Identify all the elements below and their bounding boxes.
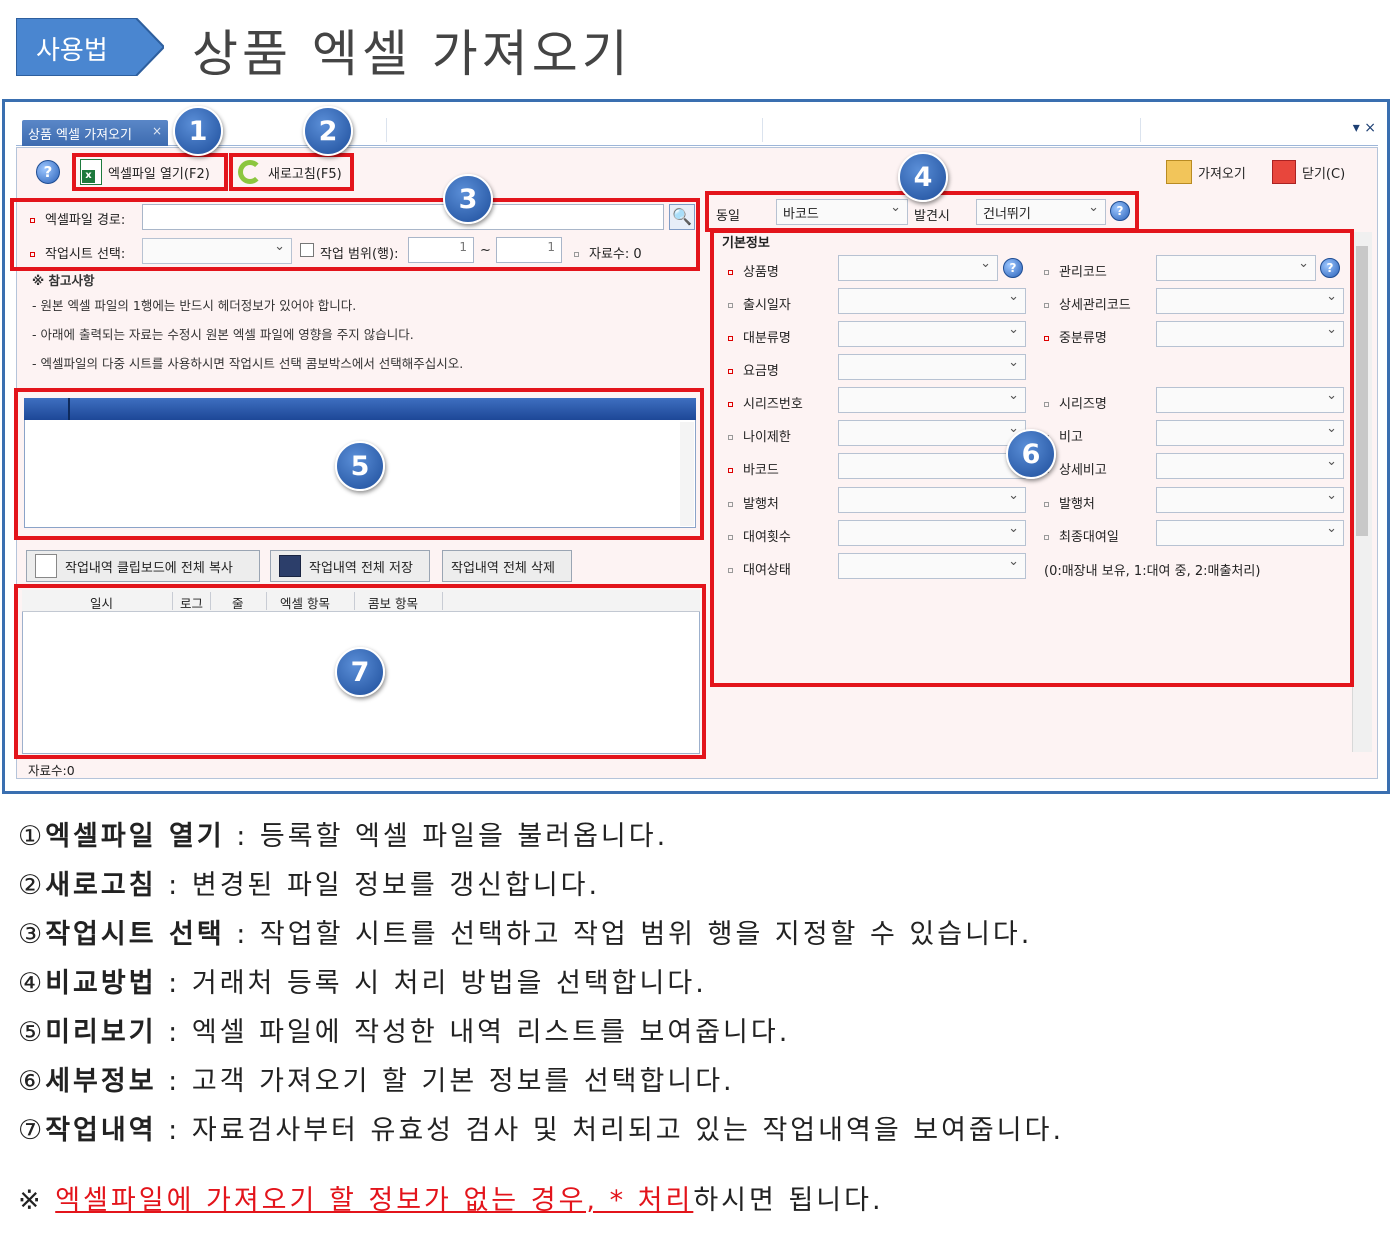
close-icon[interactable]: × bbox=[152, 124, 162, 138]
footnote-highlight: 엑셀파일에 가져오기 할 정보가 없는 경우, * 처리 bbox=[55, 1185, 694, 1216]
highlight-box-1 bbox=[72, 153, 228, 191]
import-icon bbox=[1166, 160, 1192, 184]
tab-excel-import[interactable]: 상품 엑셀 가져오기 × bbox=[22, 120, 168, 146]
save-icon bbox=[279, 555, 301, 577]
import-button[interactable]: 가져오기 bbox=[1160, 155, 1252, 189]
badge-7: 7 bbox=[335, 647, 385, 697]
usage-tag: 사용법 bbox=[16, 18, 164, 76]
log-count: 자료수:0 bbox=[28, 763, 75, 778]
help-button[interactable]: ? bbox=[30, 155, 66, 189]
footnote: ※ 엑셀파일에 가져오기 할 정보가 없는 경우, * 처리하시면 됩니다. bbox=[18, 1178, 884, 1217]
delete-all-label: 작업내역 전체 삭제 bbox=[451, 560, 555, 576]
explanation-item: ①엑셀파일 열기 : 등록할 엑셀 파일을 불러옵니다. bbox=[18, 821, 669, 852]
usage-tag-label: 사용법 bbox=[36, 36, 108, 66]
save-all-label: 작업내역 전체 저장 bbox=[309, 560, 413, 576]
note-line: - 원본 엑셀 파일의 1행에는 반드시 헤더정보가 있어야 합니다. bbox=[32, 298, 357, 313]
note-line: - 아래에 출력되는 자료는 수정시 원본 엑셀 파일에 영향을 주지 않습니다… bbox=[32, 327, 414, 342]
close-button[interactable]: 닫기(C) bbox=[1266, 155, 1351, 189]
clipboard-icon bbox=[35, 554, 57, 578]
explanation-item: ④비교방법 : 거래처 등록 시 처리 방법을 선택합니다. bbox=[18, 968, 707, 999]
help-icon: ? bbox=[36, 160, 60, 184]
highlight-box-2 bbox=[229, 153, 354, 191]
explanation-item: ⑥세부정보 : 고객 가져오기 할 기본 정보를 선택합니다. bbox=[18, 1066, 735, 1097]
explanation-item: ③작업시트 선택 : 작업할 시트를 선택하고 작업 범위 행을 지정할 수 있… bbox=[18, 919, 1033, 950]
copy-all-button[interactable]: 작업내역 클립보드에 전체 복사 bbox=[26, 550, 260, 582]
footnote-mark: ※ bbox=[18, 1185, 44, 1216]
badge-6: 6 bbox=[1006, 429, 1056, 479]
highlight-box-3 bbox=[10, 198, 700, 271]
delete-all-button[interactable]: 작업내역 전체 삭제 bbox=[442, 550, 572, 582]
explanation-item: ⑦작업내역 : 자료검사부터 유효성 검사 및 처리되고 있는 작업내역을 보여… bbox=[18, 1115, 1065, 1146]
notes-title: ※ 참고사항 bbox=[32, 273, 95, 288]
badge-3: 3 bbox=[443, 174, 493, 224]
explanation-item: ⑤미리보기 : 엑셀 파일에 작성한 내역 리스트를 보여줍니다. bbox=[18, 1017, 791, 1048]
note-line: - 엑셀파일의 다중 시트를 사용하시면 작업시트 선택 콤보박스에서 선택해주… bbox=[32, 356, 464, 371]
tab-divider bbox=[1140, 118, 1141, 142]
footnote-rest: 하시면 됩니다. bbox=[693, 1185, 884, 1216]
badge-1: 1 bbox=[173, 106, 223, 156]
close-label: 닫기(C) bbox=[1302, 166, 1346, 182]
badge-2: 2 bbox=[303, 106, 353, 156]
badge-5: 5 bbox=[335, 441, 385, 491]
badge-4: 4 bbox=[898, 152, 948, 202]
window-controls[interactable]: ▾ × bbox=[1353, 120, 1376, 136]
save-all-button[interactable]: 작업내역 전체 저장 bbox=[270, 550, 430, 582]
tab-label: 상품 엑셀 가져오기 bbox=[28, 128, 132, 143]
tab-divider bbox=[386, 118, 387, 142]
page-title: 상품 엑셀 가져오기 bbox=[192, 25, 632, 83]
tab-divider bbox=[762, 118, 763, 142]
exit-icon bbox=[1272, 160, 1296, 184]
copy-all-label: 작업내역 클립보드에 전체 복사 bbox=[65, 560, 233, 576]
explanation-item: ②새로고침 : 변경된 파일 정보를 갱신합니다. bbox=[18, 870, 601, 901]
import-label: 가져오기 bbox=[1198, 166, 1246, 182]
right-scrollbar-thumb[interactable] bbox=[1356, 246, 1368, 536]
